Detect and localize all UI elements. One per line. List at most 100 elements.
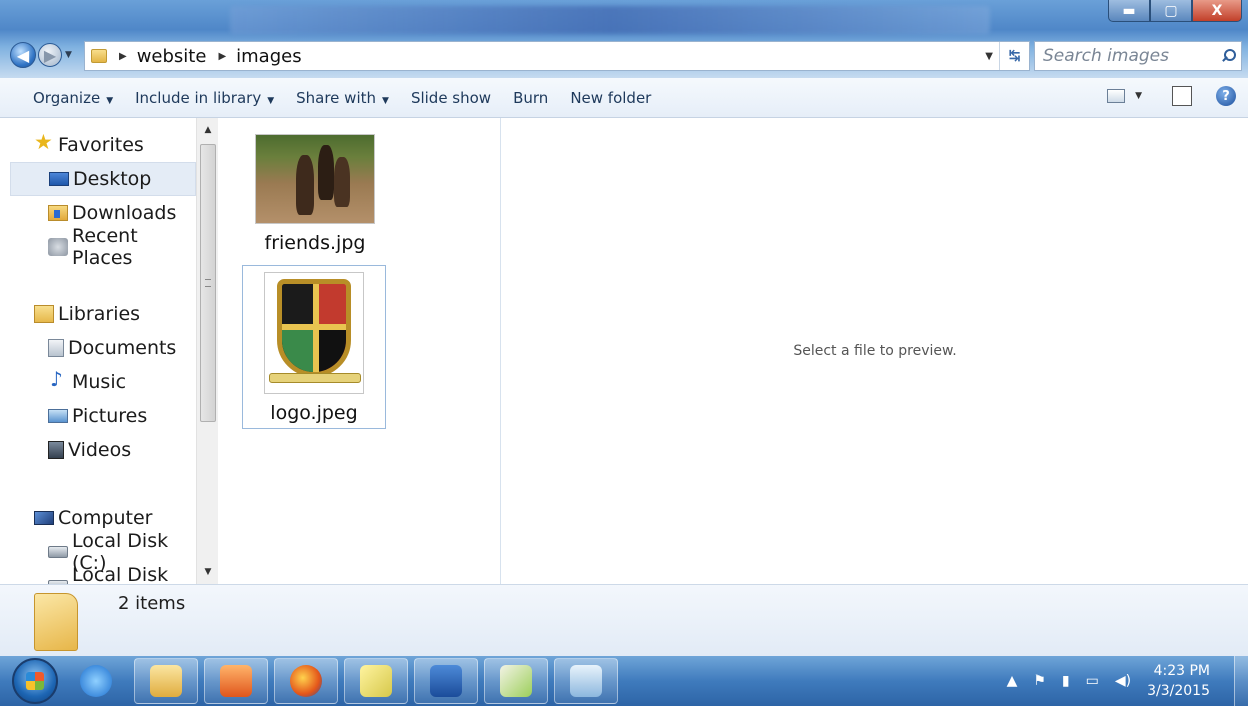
preview-pane-toggle-icon[interactable] [1172,86,1192,106]
share-with-menu[interactable]: Share with ▼ [285,89,400,107]
forward-button[interactable]: ▶ [38,43,62,67]
nav-music[interactable]: Music [0,365,196,399]
refresh-icon: ↹ [1008,48,1021,64]
breadcrumb-website[interactable]: website [137,46,207,67]
show-hidden-icons-icon[interactable]: ▲ [1007,673,1018,689]
logo-thumbnail [264,272,364,394]
close-icon: X [1211,2,1223,19]
taskbar-microsoft-word[interactable] [414,658,478,704]
windows-explorer-icon [150,665,182,697]
nav-music-label: Music [72,371,127,393]
network-icon[interactable]: ▭ [1086,673,1099,689]
taskbar-firefox[interactable] [274,658,338,704]
scrollbar-thumb[interactable] [200,144,216,422]
slide-show-button[interactable]: Slide show [400,89,502,107]
burn-button[interactable]: Burn [502,89,559,107]
libraries-icon [34,305,54,323]
nav-local-disk-d[interactable]: Local Disk (D:) [0,564,196,584]
scroll-up-icon[interactable]: ▲ [197,120,219,140]
new-folder-button[interactable]: New folder [559,89,662,107]
sticky-notes-icon [360,665,392,697]
pictures-icon [48,409,68,423]
include-in-library-menu[interactable]: Include in library ▼ [124,89,285,107]
file-name: friends.jpg [264,232,366,254]
taskbar-windows-explorer[interactable] [134,658,198,704]
organize-label: Organize [33,88,101,107]
window-title-blurred [230,6,990,34]
file-item-friends[interactable]: friends.jpg [243,120,387,284]
maximize-icon: ▢ [1164,2,1178,19]
file-name: logo.jpeg [270,402,358,424]
volume-icon[interactable]: ◀) [1115,673,1131,689]
navigation-buttons: ◀ ▶ ▼ [10,42,72,68]
nav-videos[interactable]: Videos [0,433,196,467]
taskbar-internet-explorer[interactable] [64,658,128,704]
nav-desktop[interactable]: Desktop [10,162,196,196]
paint-icon [500,665,532,697]
start-button[interactable] [12,658,58,704]
taskbar-sticky-notes[interactable] [344,658,408,704]
file-list: friends.jpg logo.jpeg [219,118,501,584]
taskbar-media-player[interactable] [204,658,268,704]
taskbar: ▲ ⚑ ▮ ▭ ◀) 4:23 PM 3/3/2015 [0,656,1248,706]
preview-message: Select a file to preview. [793,343,957,359]
system-tray: ▲ ⚑ ▮ ▭ ◀) 4:23 PM 3/3/2015 [1007,656,1248,706]
address-dropdown-icon[interactable]: ▼ [979,51,999,62]
recent-places-icon [48,238,68,256]
desktop-icon [49,172,69,186]
music-icon [48,367,68,391]
organize-menu[interactable]: Organize ▼ [22,89,124,107]
clock[interactable]: 4:23 PM 3/3/2015 [1147,661,1210,701]
close-button[interactable]: X [1192,0,1242,22]
help-icon[interactable]: ? [1216,86,1236,106]
clock-time: 4:23 PM [1153,663,1210,679]
internet-explorer-icon [80,665,112,697]
minimize-button[interactable]: ▬ [1108,0,1150,22]
forward-arrow-icon: ▶ [43,45,57,65]
breadcrumb-separator-icon[interactable]: ▶ [119,51,127,62]
recent-pages-dropdown-icon[interactable]: ▼ [65,50,72,60]
refresh-button[interactable]: ↹ [999,42,1029,70]
search-input[interactable]: Search images [1034,41,1242,71]
address-bar[interactable]: ▶ website ▶ images ▼ ↹ [84,41,1030,71]
nav-videos-label: Videos [68,439,132,461]
nav-local-disk-d-label: Local Disk (D:) [72,564,169,584]
details-pane: 2 items [0,584,1248,656]
folder-icon [91,49,107,63]
nav-recent-places[interactable]: Recent Places [0,225,196,269]
view-options-dropdown-icon[interactable]: ▼ [1135,91,1142,101]
nav-pictures[interactable]: Pictures [0,399,196,433]
breadcrumb-separator-icon[interactable]: ▶ [218,51,226,62]
nav-pictures-label: Pictures [72,405,148,427]
back-button[interactable]: ◀ [10,42,36,68]
nav-favorites[interactable]: Favorites [0,128,196,162]
grip-icon [205,279,211,287]
nav-documents[interactable]: Documents [0,331,196,365]
taskbar-paint[interactable] [484,658,548,704]
search-icon[interactable] [1221,49,1236,63]
breadcrumb-images[interactable]: images [236,46,301,67]
taskbar-notepad[interactable] [554,658,618,704]
friends-thumbnail [255,134,375,224]
title-bar: ▬ ▢ X ◀ ▶ ▼ ▶ website ▶ images ▼ ↹ Searc… [0,0,1248,78]
action-center-flag-icon[interactable]: ⚑ [1033,673,1046,689]
power-icon[interactable]: ▮ [1062,673,1070,689]
chevron-down-icon: ▼ [382,95,389,106]
scroll-down-icon[interactable]: ▼ [197,562,219,582]
navigation-pane-scrollbar[interactable]: ▲ ▼ [196,118,218,584]
nav-libraries[interactable]: Libraries [0,297,196,331]
share-with-label: Share with [296,88,377,107]
maximize-button[interactable]: ▢ [1150,0,1192,22]
change-view-icon[interactable] [1107,89,1126,103]
file-item-logo[interactable]: logo.jpeg [242,265,386,429]
disk-drive-icon [48,546,68,558]
chevron-down-icon: ▼ [267,95,275,106]
search-placeholder: Search images [1043,46,1169,66]
crest-ribbon [269,373,361,383]
notepad-icon [570,665,602,697]
videos-icon [48,441,64,459]
show-desktop-button[interactable] [1234,656,1248,706]
help-icon-glyph: ? [1222,88,1230,104]
microsoft-word-icon [430,665,462,697]
nav-favorites-label: Favorites [58,134,144,156]
